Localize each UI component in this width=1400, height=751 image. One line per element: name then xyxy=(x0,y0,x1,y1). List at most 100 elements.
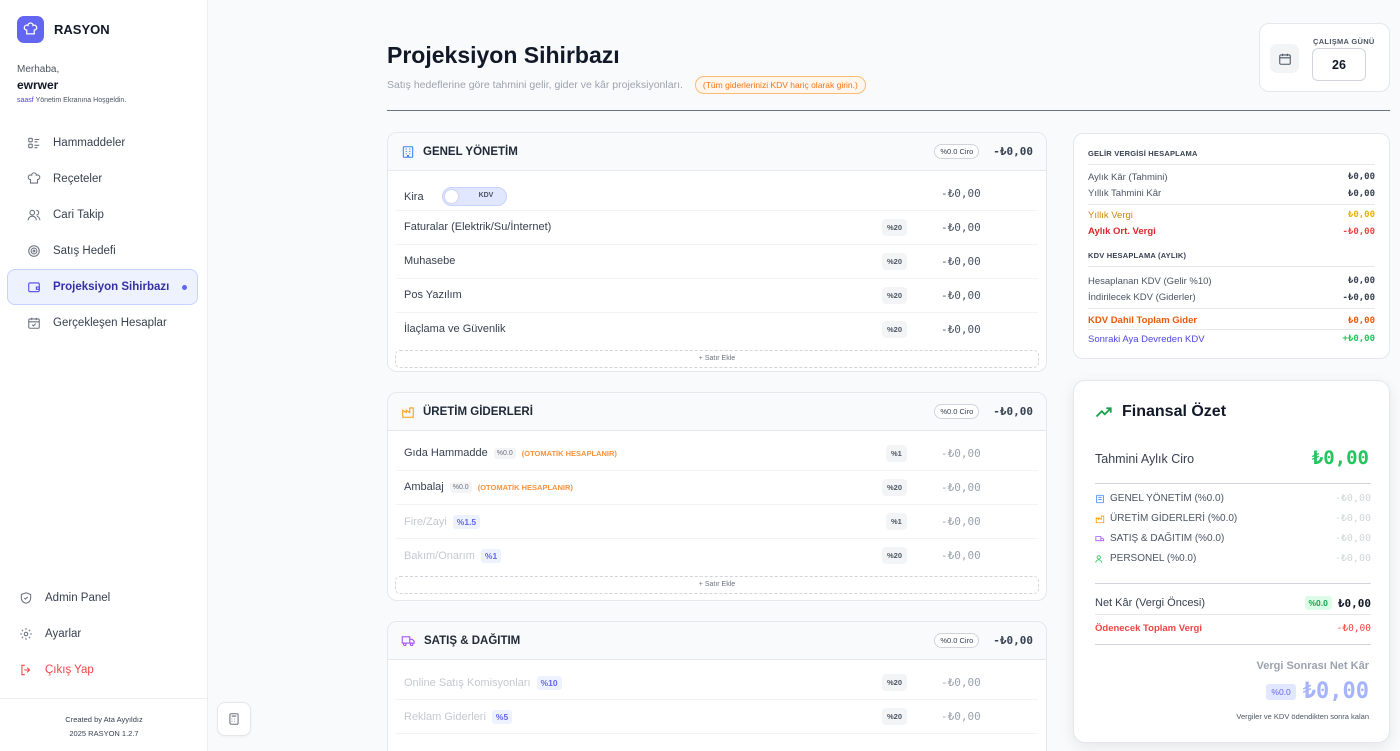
vat-select[interactable]: %20 xyxy=(882,287,908,304)
row-name[interactable]: Reklam Giderleri xyxy=(404,711,486,723)
cat-label: ÜRETİM GİDERLERİ (%0.0) xyxy=(1110,513,1238,524)
value: -₺0,00 xyxy=(1342,226,1375,237)
section-title: GENEL YÖNETİM xyxy=(423,145,518,158)
row-amount[interactable]: -₺0,00 xyxy=(941,255,981,268)
kdv-title: KDV HESAPLAMA (AYLIK) xyxy=(1088,251,1375,267)
vat-select[interactable]: %20 xyxy=(882,708,908,725)
label: KDV Dahil Toplam Gider xyxy=(1088,315,1198,326)
row-name[interactable]: Online Satış Komisyonları xyxy=(404,677,531,689)
truck-icon xyxy=(1095,535,1105,541)
total-tax-label: Ödenecek Toplam Vergi xyxy=(1095,623,1203,634)
add-row-button[interactable]: + Satır Ekle xyxy=(395,576,1039,594)
subtitle-text: Satış hedeflerine göre tahmini gelir, gi… xyxy=(387,79,683,91)
section-uretim-giderleri: ÜRETİM GİDERLERİ %0.0 Ciro -₺0,00 Gıda H… xyxy=(387,392,1047,601)
sidebar-item-satis-hedefi[interactable]: Satış Hedefi xyxy=(7,233,198,269)
sidebar-item-gerceklesen[interactable]: Gerçekleşen Hesaplar xyxy=(7,305,198,341)
vat-select[interactable]: %20 xyxy=(882,479,908,496)
credits-author: Created by Ata Ayyıldız xyxy=(65,715,143,724)
sidebar-bottom: Admin Panel Ayarlar Çıkış Yap xyxy=(7,580,198,688)
label: İndirilecek KDV (Giderler) xyxy=(1088,292,1196,304)
row-name-wrap: Fire/Zayi %1.5 xyxy=(404,515,481,529)
row-name-wrap: Bakım/Onarım %1 xyxy=(404,549,502,563)
vat-select[interactable]: %1 xyxy=(886,445,907,462)
vat-select[interactable]: %20 xyxy=(882,253,908,270)
row-name[interactable]: Fire/Zayi xyxy=(404,516,447,528)
row-name[interactable]: Kira xyxy=(404,191,424,203)
ciro-badge: %0.0 Ciro xyxy=(934,144,980,159)
factory-icon xyxy=(402,406,414,418)
value: ₺0,00 xyxy=(1347,210,1375,221)
vat-select[interactable]: %1 xyxy=(886,513,907,530)
settings-link[interactable]: Ayarlar xyxy=(7,616,198,652)
workday-label: ÇALIŞMA GÜNÜ xyxy=(1313,37,1375,46)
welcome-message: Yönetim Ekranına Hoşgeldin. xyxy=(35,97,127,104)
divider xyxy=(1095,583,1371,584)
kdv-toggle[interactable]: KDV xyxy=(441,187,507,206)
section-title: SATIŞ & DAĞITIM xyxy=(424,634,521,647)
vat-select[interactable]: %20 xyxy=(882,321,908,338)
kdv-deduct-row: İndirilecek KDV (Giderler) -₺0,00 xyxy=(1088,290,1375,307)
row-amount[interactable]: -₺0,00 xyxy=(941,221,981,234)
vat-select[interactable]: %20 xyxy=(882,674,908,691)
admin-panel-link[interactable]: Admin Panel xyxy=(7,580,198,616)
label: Sonraki Aya Devreden KDV xyxy=(1088,333,1205,345)
sidebar-item-hammaddeler[interactable]: Hammaddeler xyxy=(7,125,198,161)
row-name[interactable]: Pos Yazılım xyxy=(404,289,462,301)
settings-label: Ayarlar xyxy=(45,628,82,640)
credits-version: 2025 RASYON 1.2.7 xyxy=(69,729,139,738)
yearly-profit-row: Yıllık Tahmini Kâr ₺0,00 xyxy=(1088,186,1375,203)
logout-link[interactable]: Çıkış Yap xyxy=(7,652,198,688)
brand-name: RASYON xyxy=(54,22,110,37)
row-amount: -₺0,00 xyxy=(941,710,981,723)
row-amount[interactable]: -₺0,00 xyxy=(941,323,981,336)
section-header[interactable]: ÜRETİM GİDERLERİ %0.0 Ciro -₺0,00 xyxy=(388,393,1046,431)
table-row: Pos Yazılım %20 -₺0,00 xyxy=(396,279,1038,313)
summary-cat-satis: SATIŞ & DAĞITIM (%0.0) -₺0,00 xyxy=(1095,533,1371,544)
sidebar-item-cari-takip[interactable]: Cari Takip xyxy=(7,197,198,233)
cat-label: GENEL YÖNETİM (%0.0) xyxy=(1110,493,1224,504)
section-title: ÜRETİM GİDERLERİ xyxy=(423,405,533,418)
total-tax-value: -₺0,00 xyxy=(1336,623,1371,634)
value: ₺0,00 xyxy=(1347,276,1375,287)
sidebar-item-projeksiyon[interactable]: Projeksiyon Sihirbazı xyxy=(7,269,198,305)
row-name[interactable]: Faturalar (Elektrik/Su/İnternet) xyxy=(404,221,551,233)
summary-cat-personel: PERSONEL (%0.0) -₺0,00 xyxy=(1095,553,1371,564)
calendar-icon xyxy=(1270,44,1299,73)
ratio-pill[interactable]: %5 xyxy=(491,710,513,724)
toggle-knob xyxy=(444,190,458,203)
row-amount: -₺0,00 xyxy=(941,447,981,460)
row-name[interactable]: Muhasebe xyxy=(404,255,455,267)
row-amount[interactable]: -₺0,00 xyxy=(941,187,981,200)
row-name[interactable]: Bakım/Onarım xyxy=(404,550,475,562)
divider xyxy=(1095,614,1371,615)
row-amount: -₺0,00 xyxy=(941,676,981,689)
user-tag: saasf xyxy=(17,97,34,104)
row-amount: -₺0,00 xyxy=(941,549,981,562)
cat-value: -₺0,00 xyxy=(1334,533,1371,544)
vat-select[interactable]: %20 xyxy=(882,219,908,236)
total-tax-row: Ödenecek Toplam Vergi -₺0,00 xyxy=(1095,623,1371,634)
table-row: Fire/Zayi %1.5 %1 -₺0,00 xyxy=(396,505,1038,539)
section-header[interactable]: SATIŞ & DAĞITIM %0.0 Ciro -₺0,00 xyxy=(388,622,1046,660)
target-icon xyxy=(28,245,40,257)
sidebar-item-receteler[interactable]: Reçeteler xyxy=(7,161,198,197)
table-row: Muhasebe %20 -₺0,00 xyxy=(396,245,1038,279)
ratio-pill[interactable]: %1.5 xyxy=(452,515,481,529)
calculator-button[interactable] xyxy=(217,702,251,736)
brand[interactable]: RASYON xyxy=(17,16,110,43)
row-name-wrap: Reklam Giderleri %5 xyxy=(404,710,513,724)
greeting-hello: Merhaba, xyxy=(17,64,60,75)
row-amount[interactable]: -₺0,00 xyxy=(941,289,981,302)
table-row: Bakım/Onarım %1 %20 -₺0,00 xyxy=(396,539,1038,573)
section-total: -₺0,00 xyxy=(993,634,1033,647)
section-header[interactable]: GENEL YÖNETİM %0.0 Ciro -₺0,00 xyxy=(388,133,1046,171)
workday-input[interactable]: 26 xyxy=(1312,48,1366,81)
kdv-total-row: KDV Dahil Toplam Gider ₺0,00 xyxy=(1088,312,1375,330)
add-row-button[interactable]: + Satır Ekle xyxy=(395,350,1039,368)
row-name[interactable]: İlaçlama ve Güvenlik xyxy=(404,323,506,335)
page-subtitle: Satış hedeflerine göre tahmini gelir, gi… xyxy=(387,76,866,94)
financial-summary: Finansal Özet Tahmini Aylık Ciro ₺0,00 G… xyxy=(1073,380,1390,743)
vat-select[interactable]: %20 xyxy=(882,547,908,564)
ratio-pill[interactable]: %10 xyxy=(536,676,562,690)
ratio-pill[interactable]: %1 xyxy=(480,549,502,563)
